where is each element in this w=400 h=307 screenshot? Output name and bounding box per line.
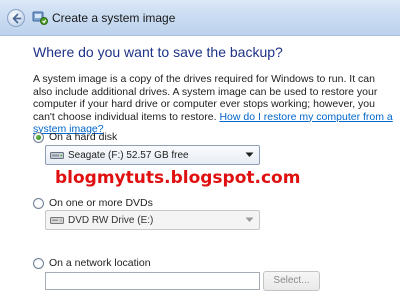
title-bar: Create a system image [0, 0, 400, 36]
network-label: On a network location [49, 257, 151, 269]
page-heading: Where do you want to save the backup? [33, 44, 283, 60]
select-network-button[interactable]: Select... [263, 271, 320, 291]
chevron-down-icon [245, 217, 254, 222]
window-title: Create a system image [52, 11, 176, 25]
dvd-selected-value: DVD RW Drive (E:) [68, 214, 154, 226]
back-button[interactable] [7, 9, 25, 27]
dvd-drive-icon [50, 216, 64, 224]
hard-disk-option[interactable]: On a hard disk [33, 130, 117, 144]
dvd-label: On one or more DVDs [49, 197, 153, 209]
dvd-radio[interactable] [33, 197, 44, 209]
network-radio[interactable] [33, 257, 44, 269]
hard-disk-label: On a hard disk [49, 131, 118, 143]
back-arrow-icon [12, 13, 22, 24]
hard-disk-radio[interactable] [33, 131, 44, 143]
dvd-option[interactable]: On one or more DVDs [33, 196, 153, 210]
watermark-text: blogmytuts.blogspot.com [55, 168, 301, 188]
hard-disk-selected-value: Seagate (F:) 52.57 GB free [68, 149, 189, 161]
dvd-dropdown[interactable]: DVD RW Drive (E:) [45, 210, 260, 230]
hard-disk-dropdown[interactable]: Seagate (F:) 52.57 GB free [45, 145, 260, 165]
hard-drive-icon [50, 151, 64, 159]
network-option[interactable]: On a network location [33, 256, 151, 270]
backup-app-icon [32, 11, 48, 25]
chevron-down-icon [245, 152, 254, 157]
network-location-input[interactable] [45, 272, 260, 290]
system-image-wizard: Create a system image Where do you want … [0, 0, 400, 307]
description-text: A system image is a copy of the drives r… [33, 73, 393, 136]
